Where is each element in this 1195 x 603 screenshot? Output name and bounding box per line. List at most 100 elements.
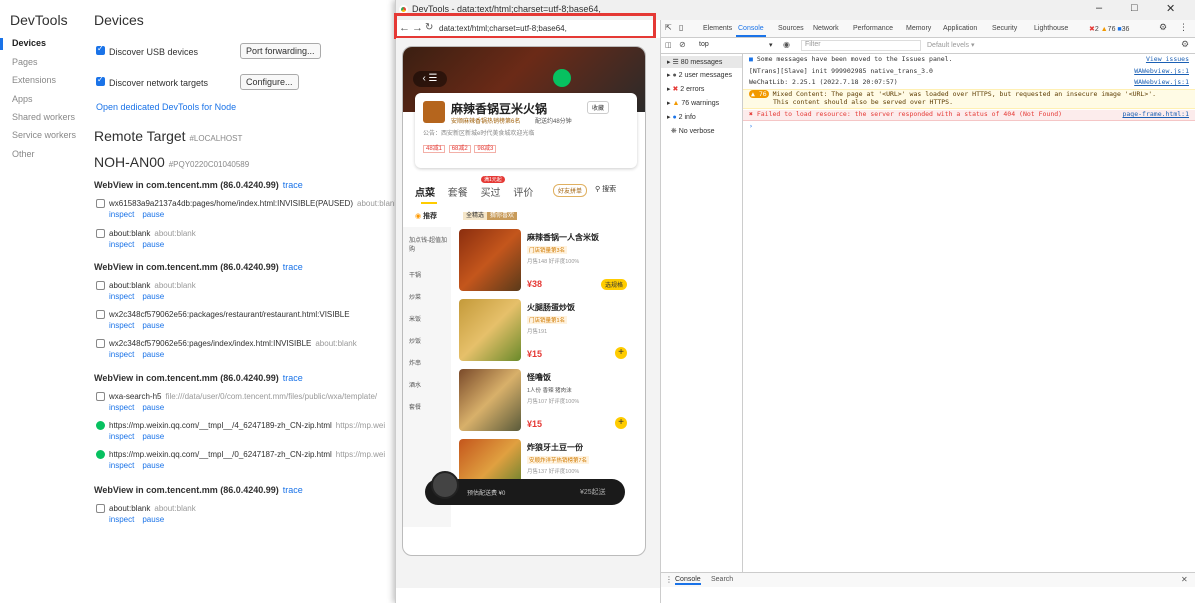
coupon[interactable]: 68减2 — [448, 145, 471, 153]
maximize-icon[interactable]: □ — [1131, 2, 1138, 14]
category-item[interactable]: 炒饭 — [409, 336, 421, 345]
tab-console[interactable]: Console — [736, 25, 766, 37]
nav-shared-workers[interactable]: Shared workers — [12, 112, 75, 122]
nav-devices[interactable]: Devices — [12, 38, 46, 48]
back-icon[interactable]: ← — [399, 22, 410, 34]
url-field[interactable]: data:text/html;charset=utf-8;base64, — [439, 24, 567, 33]
discover-usb-checkbox[interactable] — [96, 44, 105, 55]
drawer-close-icon[interactable]: ✕ — [1181, 575, 1188, 584]
nav-extensions[interactable]: Extensions — [12, 75, 56, 85]
clear-console-icon[interactable]: ⊘ — [679, 40, 686, 49]
search-button[interactable]: ⚲ 搜索 — [595, 184, 616, 194]
view-issues-link[interactable]: View issues — [1146, 55, 1189, 63]
collect-button[interactable]: 收藏 — [587, 101, 610, 114]
coupon[interactable]: 98减3 — [474, 145, 497, 153]
phone-screen[interactable]: ‹ ☰ 麻辣香锅豆米火锅 收藏 安顺麻辣香锅热销榜第6名 配送约48分钟 公告：… — [402, 46, 646, 556]
open-dedicated-link[interactable]: Open dedicated DevTools for Node — [96, 102, 236, 112]
inspect-link[interactable]: inspect — [109, 210, 134, 219]
nav-apps[interactable]: Apps — [12, 94, 33, 104]
tab-lighthouse[interactable]: Lighthouse — [1034, 25, 1068, 32]
more-menu-icon[interactable]: ⋮ — [1179, 22, 1188, 33]
inspect-link[interactable]: inspect — [109, 461, 134, 470]
inspect-link[interactable]: inspect — [109, 292, 134, 301]
configure-button[interactable]: Configure... — [240, 74, 299, 90]
category-item[interactable]: 套餐 — [409, 402, 421, 411]
chip-guess[interactable]: 猜你喜欢 — [487, 212, 518, 220]
sidebar-user-messages[interactable]: ▸ ● 2 user messages — [667, 71, 732, 79]
trace-link[interactable]: trace — [283, 485, 303, 495]
category-item[interactable]: 炒菜 — [409, 292, 421, 301]
tab-order[interactable]: 点菜 — [415, 188, 435, 199]
context-selector[interactable]: top ▾ — [699, 41, 779, 49]
trace-link[interactable]: trace — [283, 373, 303, 383]
share-icon[interactable] — [553, 69, 571, 87]
source-link[interactable]: page-frame.html:1 — [1122, 110, 1189, 118]
nav-pages[interactable]: Pages — [12, 57, 38, 67]
pause-link[interactable]: pause — [142, 432, 164, 441]
inspect-link[interactable]: inspect — [109, 321, 134, 330]
minimize-icon[interactable]: – — [1096, 2, 1102, 14]
pause-link[interactable]: pause — [142, 210, 164, 219]
inspect-link[interactable]: inspect — [109, 515, 134, 524]
drawer-tab-search[interactable]: Search — [711, 576, 733, 583]
tab-security[interactable]: Security — [992, 25, 1017, 32]
sidebar-errors[interactable]: ▸ ✖ 2 errors — [667, 85, 704, 93]
sidebar-info[interactable]: ▸ ● 2 info — [667, 113, 696, 121]
pause-link[interactable]: pause — [142, 350, 164, 359]
reload-icon[interactable]: ↻ — [425, 22, 433, 33]
device-toolbar-icon[interactable]: ▯ — [679, 23, 683, 32]
category-item[interactable]: 干锅 — [409, 270, 421, 279]
filter-input[interactable]: Filter — [801, 40, 921, 51]
drawer-menu-icon[interactable]: ⋮ — [665, 575, 673, 584]
inspect-link[interactable]: inspect — [109, 240, 134, 249]
source-link[interactable]: WAWebview.js:1 — [1134, 78, 1189, 86]
tab-performance[interactable]: Performance — [853, 25, 893, 32]
sidebar-toggle-icon[interactable]: ◫ — [665, 41, 672, 49]
category-item[interactable]: 炸串 — [409, 358, 421, 367]
issue-counters[interactable]: ✖2 ▲76 ■36 — [1089, 25, 1129, 33]
pause-link[interactable]: pause — [142, 403, 164, 412]
nav-service-workers[interactable]: Service workers — [12, 130, 76, 140]
tab-memory[interactable]: Memory — [906, 25, 931, 32]
sidebar-all-messages[interactable]: ▸ ☰ 80 messages — [661, 56, 742, 68]
discover-network-checkbox[interactable] — [96, 75, 105, 86]
forward-icon[interactable]: → — [412, 22, 423, 34]
tab-set[interactable]: 套餐 — [448, 188, 468, 199]
category-item[interactable]: 米饭 — [409, 314, 421, 323]
category-item[interactable]: 加点钱-超值加购 — [409, 237, 447, 255]
add-to-cart-button[interactable]: + — [615, 417, 627, 429]
tab-application[interactable]: Application — [943, 25, 977, 32]
pause-link[interactable]: pause — [142, 240, 164, 249]
sidebar-verbose[interactable]: ❋ No verbose — [667, 127, 715, 135]
sidebar-warnings[interactable]: ▸ ▲ 76 warnings — [667, 99, 719, 107]
group-order-button[interactable]: 好友拼单 — [553, 184, 588, 197]
tab-bought[interactable]: 买过 — [481, 188, 501, 199]
tab-network[interactable]: Network — [813, 25, 839, 32]
inspect-link[interactable]: inspect — [109, 350, 134, 359]
add-to-cart-button[interactable]: + — [615, 347, 627, 359]
inspect-element-icon[interactable]: ⇱ — [665, 23, 672, 32]
pause-link[interactable]: pause — [142, 321, 164, 330]
source-link[interactable]: WAWebview.js:1 — [1134, 67, 1189, 75]
pause-link[interactable]: pause — [142, 461, 164, 470]
choose-spec-button[interactable]: 选规格 — [601, 279, 628, 290]
back-button[interactable]: ‹ ☰ — [413, 71, 447, 87]
pause-link[interactable]: pause — [142, 292, 164, 301]
tab-elements[interactable]: Elements — [703, 25, 732, 32]
inspect-link[interactable]: inspect — [109, 403, 134, 412]
category-item[interactable]: 酒水 — [409, 380, 421, 389]
console-prompt[interactable]: › — [743, 122, 1195, 132]
console-settings-icon[interactable]: ⚙ — [1181, 39, 1189, 50]
pause-link[interactable]: pause — [142, 515, 164, 524]
eye-icon[interactable]: ◉ — [783, 40, 790, 49]
port-forwarding-button[interactable]: Port forwarding... — [240, 43, 321, 59]
chip-selected[interactable]: 全精选 — [463, 212, 488, 220]
cart-bar[interactable]: 预估配送费 ¥0 ¥25起送 — [425, 471, 625, 505]
settings-icon[interactable]: ⚙ — [1159, 22, 1167, 33]
coupon[interactable]: 48减1 — [423, 145, 446, 153]
nav-other[interactable]: Other — [12, 149, 35, 159]
cart-icon[interactable] — [431, 471, 459, 499]
tab-reviews[interactable]: 评价 — [513, 188, 533, 199]
inspect-link[interactable]: inspect — [109, 432, 134, 441]
trace-link[interactable]: trace — [283, 262, 303, 272]
